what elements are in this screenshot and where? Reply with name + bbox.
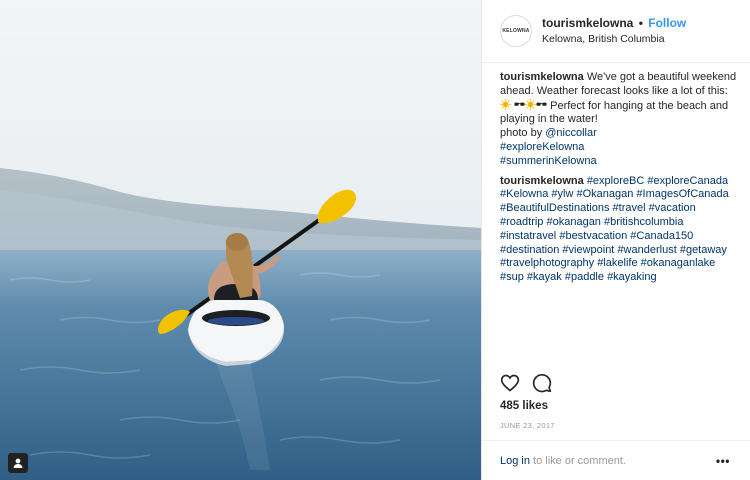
heart-icon[interactable]: [500, 373, 520, 393]
follow-button[interactable]: Follow: [648, 16, 686, 30]
hashtag-link[interactable]: #instatravel: [500, 230, 556, 242]
post-date: JUNE 23, 2017: [500, 421, 555, 430]
login-link[interactable]: Log in: [500, 455, 530, 467]
header-separator: •: [638, 16, 643, 30]
hashtag-comment-username[interactable]: tourismkelowna: [500, 175, 584, 187]
photographer-mention[interactable]: @niccollar: [545, 127, 597, 139]
hashtag-link[interactable]: #getaway: [680, 244, 727, 256]
hashtag-link[interactable]: #Okanagan: [576, 188, 633, 200]
post-side-panel: KELOWNA tourismkelowna • Follow Kelowna,…: [481, 0, 750, 480]
sunglasses-icon: [536, 102, 547, 106]
more-options-button[interactable]: •••: [716, 454, 730, 468]
hashtag-link[interactable]: #destination: [500, 244, 559, 256]
likes-count[interactable]: 485 likes: [500, 400, 548, 412]
hashtag-link[interactable]: #exploreKelowna: [500, 141, 584, 153]
sun-icon: [500, 98, 511, 110]
hashtag-link[interactable]: #exploreBC: [587, 175, 644, 187]
login-prompt-text: to like or comment.: [529, 454, 626, 467]
hashtag-link[interactable]: #sup: [500, 271, 524, 283]
hashtag-link[interactable]: #kayaking: [607, 271, 657, 283]
header-username-row: tourismkelowna • Follow: [542, 16, 686, 31]
post-header: KELOWNA tourismkelowna • Follow Kelowna,…: [482, 0, 750, 63]
kayak-scene-image: [0, 0, 481, 480]
hashtag-link[interactable]: #ImagesOfCanada: [636, 188, 728, 200]
caption-comment: tourismkelowna We've got a beautiful wee…: [500, 71, 738, 169]
hashtag-link[interactable]: #travelphotography: [500, 257, 594, 269]
hashtag-link[interactable]: #Canada150: [630, 230, 693, 242]
caption-username[interactable]: tourismkelowna: [500, 71, 584, 83]
hashtag-link[interactable]: #viewpoint: [562, 244, 614, 256]
comments-section: tourismkelowna We've got a beautiful wee…: [482, 63, 750, 285]
comment-footer: Log in to like or comment. •••: [482, 440, 750, 480]
hashtag-link[interactable]: #Kelowna: [500, 188, 548, 200]
sun-icon: [525, 98, 536, 110]
action-bar: [500, 373, 552, 393]
hashtag-link[interactable]: #wanderlust: [617, 244, 676, 256]
hashtag-link[interactable]: #exploreCanada: [647, 175, 728, 187]
hashtag-link[interactable]: #okanagan: [546, 216, 600, 228]
header-text: tourismkelowna • Follow Kelowna, British…: [542, 16, 686, 46]
avatar-logo-text: KELOWNA: [502, 28, 530, 34]
hashtag-link[interactable]: #travel: [613, 202, 646, 214]
instagram-post: KELOWNA tourismkelowna • Follow Kelowna,…: [0, 0, 750, 480]
hashtag-comment: tourismkelowna #exploreBC #exploreCanada…: [500, 175, 738, 285]
hashtag-link[interactable]: #summerinKelowna: [500, 155, 597, 167]
photo-credit-label: photo by: [500, 127, 543, 140]
post-photo[interactable]: [0, 0, 481, 480]
hashtag-list: #exploreBC #exploreCanada #Kelowna #ylw …: [500, 175, 729, 284]
hashtag-link[interactable]: #vacation: [649, 202, 696, 214]
hashtag-link[interactable]: #lakelife: [597, 257, 637, 269]
sunglasses-icon: [514, 102, 525, 106]
hashtag-link[interactable]: #okanaganlake: [641, 257, 716, 269]
tagged-user-icon[interactable]: [8, 453, 28, 473]
hashtag-link[interactable]: #kayak: [527, 271, 562, 283]
hashtag-link[interactable]: #BeautifulDestinations: [500, 202, 609, 214]
hashtag-link[interactable]: #britishcolumbia: [604, 216, 683, 228]
hashtag-link[interactable]: #ylw: [551, 188, 573, 200]
header-username[interactable]: tourismkelowna: [542, 16, 633, 30]
location-link[interactable]: Kelowna, British Columbia: [542, 32, 686, 46]
hashtag-link[interactable]: #bestvacation: [559, 230, 627, 242]
hashtag-link[interactable]: #roadtrip: [500, 216, 543, 228]
hashtag-link[interactable]: #paddle: [565, 271, 604, 283]
comment-icon[interactable]: [532, 373, 552, 393]
avatar[interactable]: KELOWNA: [500, 15, 532, 47]
